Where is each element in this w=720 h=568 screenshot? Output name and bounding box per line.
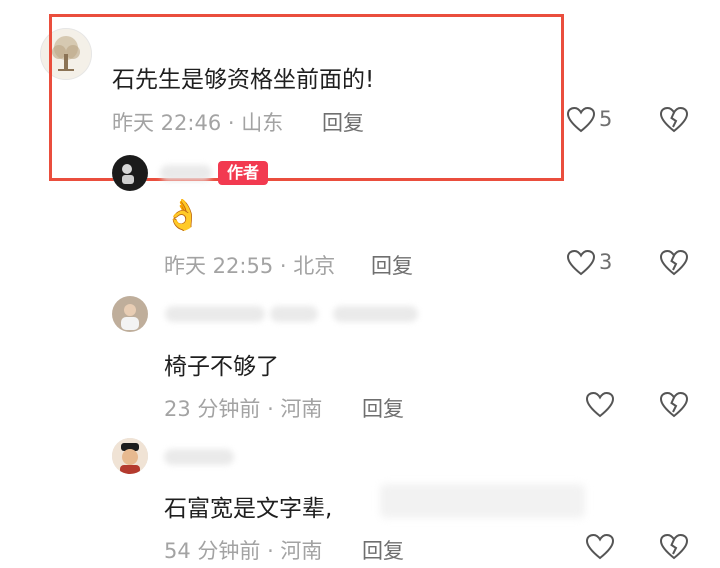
blurred-username [333,306,418,322]
heart-outline-icon[interactable] [585,390,615,420]
blurred-content [380,484,585,518]
author-badge: 作者 [218,161,268,185]
broken-heart-icon[interactable] [659,390,689,420]
comment-text: 石先生是够资格坐前面的! [112,67,375,93]
like-count: 5 [599,107,613,131]
user-avatar-icon [112,296,148,332]
blurred-username [165,306,265,322]
comment-meta: 54 分钟前 · 河南 [164,539,323,563]
broken-heart-icon[interactable] [659,248,689,278]
reply-button[interactable]: 回复 [362,535,404,565]
comment-meta: 昨天 22:46 · 山东 [112,111,284,135]
comment-text: 椅子不够了 [164,354,279,380]
tree-avatar-icon [41,29,91,79]
broken-heart-icon[interactable] [659,532,689,562]
blurred-username [270,306,318,322]
blurred-username [160,165,212,181]
user-avatar-icon [112,438,148,474]
reply-button[interactable]: 回复 [362,393,404,423]
comment-text: 石富宽是文字辈, [164,496,333,522]
comment-meta: 23 分钟前 · 河南 [164,397,323,421]
heart-outline-icon[interactable] [566,105,596,135]
heart-outline-icon[interactable] [585,532,615,562]
reply-button[interactable]: 回复 [322,107,364,137]
avatar[interactable] [112,155,148,191]
broken-heart-icon[interactable] [659,105,689,135]
avatar[interactable] [112,438,148,474]
avatar[interactable] [112,296,148,332]
heart-outline-icon[interactable] [566,248,596,278]
comment-meta: 昨天 22:55 · 北京 [164,254,336,278]
avatar[interactable] [40,28,92,80]
comment-emoji: 👌 [164,198,202,233]
like-count: 3 [599,250,613,274]
blurred-username [164,449,234,465]
user-avatar-icon [112,155,148,191]
reply-button[interactable]: 回复 [371,250,413,280]
